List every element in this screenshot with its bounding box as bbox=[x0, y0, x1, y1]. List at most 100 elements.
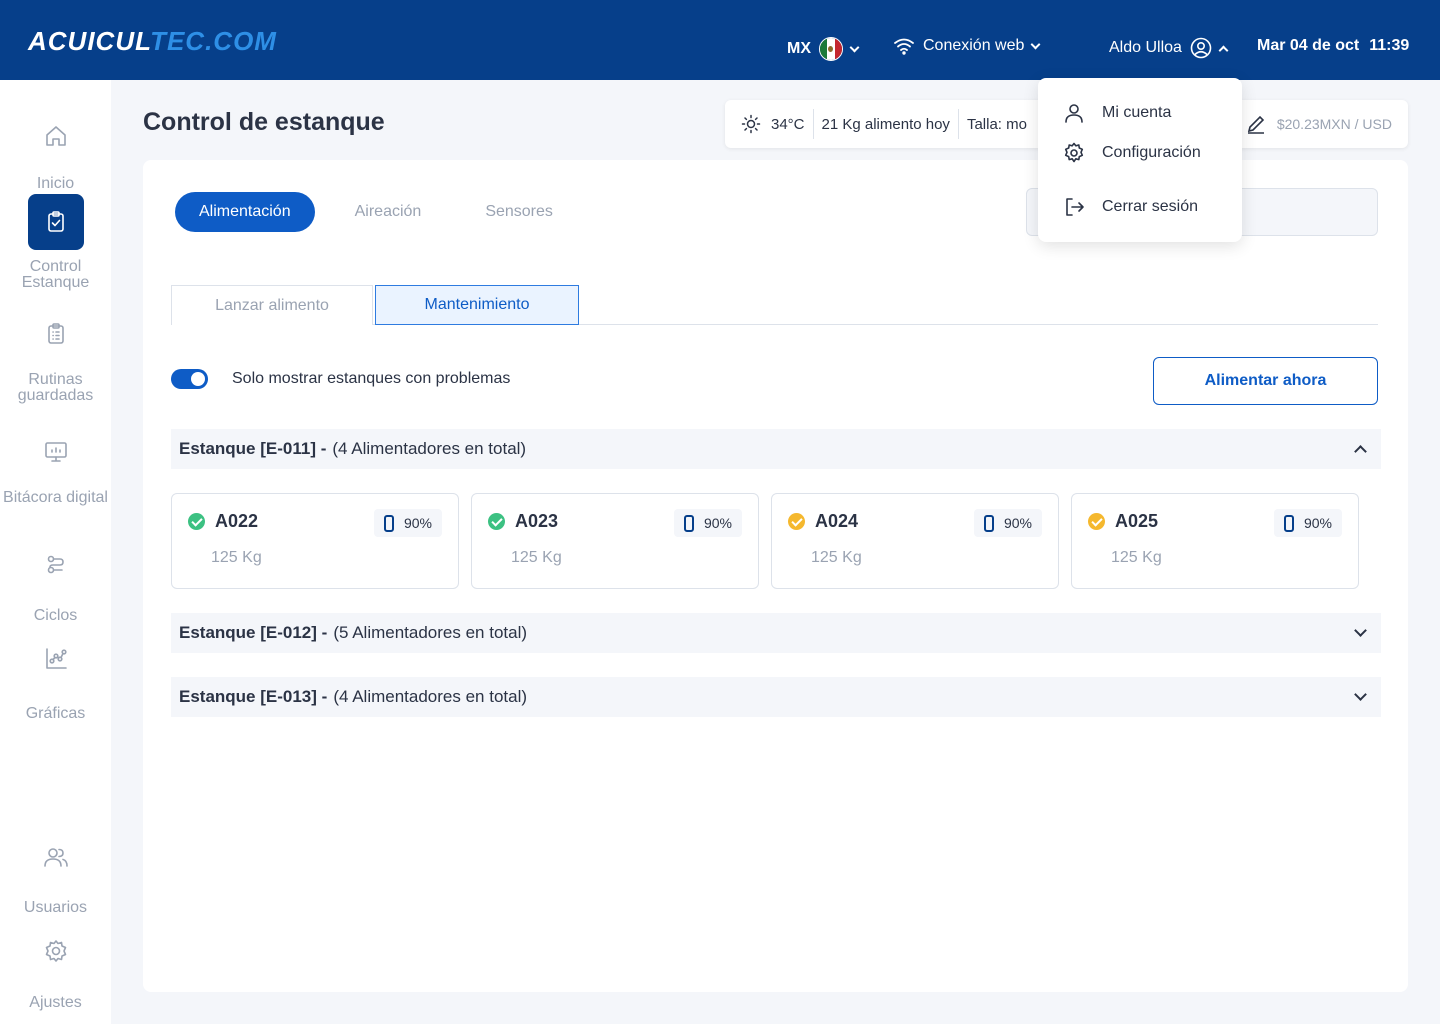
feeder-name: A025 bbox=[1115, 511, 1159, 531]
food-today-value: 21 Kg alimento hoy bbox=[821, 115, 950, 133]
feeder-weight: 125 Kg bbox=[1111, 549, 1162, 566]
sidebar-item-ciclos[interactable]: Ciclos bbox=[0, 536, 111, 624]
top-bar: ACUICULTEC.COM MX Conexión web Aldo Ullo… bbox=[0, 0, 1440, 80]
route-icon bbox=[28, 536, 84, 592]
battery-level: 90% bbox=[703, 515, 732, 531]
problem-filter-label: Solo mostrar estanques con problemas bbox=[232, 370, 511, 387]
chevron-up-icon bbox=[1354, 445, 1367, 458]
chevron-down-icon bbox=[1354, 624, 1367, 637]
battery-level: 90% bbox=[403, 515, 432, 531]
feeder-list: A022 125 Kg 90% A023 125 Kg 90% A024 125… bbox=[171, 493, 1359, 589]
tab-aireacion[interactable]: Aireación bbox=[331, 192, 446, 232]
battery-badge: 90% bbox=[1273, 509, 1342, 537]
feeder-card[interactable]: A025 125 Kg 90% bbox=[1071, 493, 1359, 589]
sidebar-item-label: Ciclos bbox=[33, 607, 78, 624]
sidebar-item-label: Usuarios bbox=[23, 899, 88, 916]
monitor-icon bbox=[28, 424, 84, 480]
user-menu-toggle[interactable]: Aldo Ulloa bbox=[1109, 37, 1229, 59]
sidebar-item-label: Bitácora digital bbox=[3, 489, 108, 506]
food-today-info: 21 Kg alimento hoy bbox=[814, 109, 959, 139]
chevron-down-icon bbox=[849, 42, 860, 52]
temperature-value: 34°C bbox=[771, 115, 805, 133]
main-card: Alimentación Aireación Sensores Lanzar a… bbox=[143, 160, 1408, 992]
connection-label: Conexión web bbox=[923, 37, 1025, 54]
menu-item-label: Cerrar sesión bbox=[1102, 198, 1199, 215]
sidebar-item-bitacora[interactable]: Bitácora digital bbox=[0, 424, 111, 506]
battery-badge: 90% bbox=[973, 509, 1042, 537]
pond-accordion-e012[interactable]: Estanque [E-012] - (5 Alimentadores en t… bbox=[171, 613, 1381, 653]
pond-id: Estanque [E-011] - bbox=[179, 439, 327, 458]
pond-id: Estanque [E-012] - bbox=[179, 623, 328, 642]
status-ok-icon bbox=[488, 513, 505, 530]
pond-feeder-count: (4 Alimentadores en total) bbox=[332, 439, 527, 458]
menu-item-label: Configuración bbox=[1102, 144, 1201, 161]
chevron-down-icon bbox=[1030, 39, 1041, 49]
mexico-flag-icon bbox=[819, 37, 843, 61]
chart-icon bbox=[28, 631, 84, 687]
feeder-card[interactable]: A023 125 Kg 90% bbox=[471, 493, 759, 589]
pond-accordion-e013[interactable]: Estanque [E-013] - (4 Alimentadores en t… bbox=[171, 677, 1381, 717]
feeder-weight: 125 Kg bbox=[211, 549, 262, 566]
feeder-name: A024 bbox=[815, 511, 859, 531]
battery-badge: 90% bbox=[373, 509, 442, 537]
tab-sensores[interactable]: Sensores bbox=[461, 192, 577, 232]
gear-icon bbox=[1064, 142, 1084, 163]
user-icon bbox=[1065, 104, 1083, 123]
sidebar-item-control-estanque[interactable]: Control Estanque bbox=[0, 194, 111, 291]
feeder-card[interactable]: A024 125 Kg 90% bbox=[771, 493, 1059, 589]
tab-mantenimiento[interactable]: Mantenimiento bbox=[375, 285, 579, 325]
pond-feeder-count: (5 Alimentadores en total) bbox=[333, 623, 528, 642]
main-tabs: Alimentación Aireación Sensores bbox=[175, 192, 593, 232]
sidebar-item-label: Control Estanque bbox=[21, 258, 90, 291]
current-date: Mar 04 de oct bbox=[1257, 37, 1360, 54]
status-ok-icon bbox=[188, 513, 205, 530]
sidebar-item-usuarios[interactable]: Usuarios bbox=[0, 829, 111, 916]
feeder-weight: 125 Kg bbox=[811, 549, 862, 566]
battery-icon bbox=[1283, 514, 1294, 532]
sidebar: Inicio Control Estanque Rutinas guardada… bbox=[0, 80, 111, 1024]
sidebar-item-label: Rutinas guardadas bbox=[17, 371, 94, 404]
battery-icon bbox=[983, 514, 994, 532]
sidebar-item-ajustes[interactable]: Ajustes bbox=[0, 923, 111, 1011]
user-circle-icon bbox=[1190, 37, 1212, 59]
feeder-name: A022 bbox=[215, 511, 259, 531]
sun-icon bbox=[741, 114, 761, 134]
feeder-card[interactable]: A022 125 Kg 90% bbox=[171, 493, 459, 589]
sub-tabs: Lanzar alimento Mantenimiento bbox=[171, 285, 1378, 325]
edit-pencil-icon bbox=[1247, 115, 1264, 134]
pond-accordion-e011[interactable]: Estanque [E-011] - (4 Alimentadores en t… bbox=[171, 429, 1381, 469]
country-selector[interactable]: MX bbox=[787, 37, 860, 61]
chevron-up-icon bbox=[1218, 45, 1229, 55]
battery-level: 90% bbox=[1003, 515, 1032, 531]
battery-icon bbox=[383, 514, 394, 532]
page-title: Control de estanque bbox=[143, 108, 385, 136]
menu-item-my-account[interactable]: Mi cuenta bbox=[1062, 101, 1171, 125]
size-info: Talla: mo bbox=[959, 109, 1035, 139]
country-code: MX bbox=[787, 40, 811, 57]
clipboard-check-icon bbox=[27, 194, 84, 250]
exchange-rate[interactable]: $20.23MXN / USD bbox=[1232, 100, 1392, 148]
tab-lanzar-alimento[interactable]: Lanzar alimento bbox=[171, 285, 373, 325]
sidebar-item-graficas[interactable]: Gráficas bbox=[0, 631, 111, 722]
sidebar-item-inicio[interactable]: Inicio bbox=[0, 108, 111, 192]
sidebar-item-label: Gráficas bbox=[25, 705, 86, 722]
sidebar-item-label: Inicio bbox=[36, 175, 75, 192]
home-icon bbox=[28, 108, 84, 164]
brand-logo[interactable]: ACUICULTEC.COM bbox=[28, 26, 277, 57]
problem-filter-toggle[interactable] bbox=[171, 369, 208, 389]
logo-text-part1: ACUICUL bbox=[28, 26, 151, 56]
menu-item-logout[interactable]: Cerrar sesión bbox=[1062, 195, 1198, 219]
problem-filter: Solo mostrar estanques con problemas bbox=[171, 369, 510, 389]
logo-text-part2: TEC.COM bbox=[150, 26, 277, 56]
connection-selector[interactable]: Conexión web bbox=[893, 37, 1041, 55]
users-icon bbox=[28, 829, 84, 885]
feed-now-button[interactable]: Alimentar ahora bbox=[1153, 357, 1378, 405]
tab-alimentacion[interactable]: Alimentación bbox=[175, 192, 315, 232]
logout-icon bbox=[1066, 198, 1084, 216]
sidebar-item-label: Ajustes bbox=[29, 994, 82, 1011]
sidebar-item-rutinas[interactable]: Rutinas guardadas bbox=[0, 306, 111, 404]
status-warning-icon bbox=[788, 513, 805, 530]
menu-item-settings[interactable]: Configuración bbox=[1062, 141, 1201, 165]
wifi-icon bbox=[894, 38, 914, 55]
date-time: Mar 04 de oct 11:39 bbox=[1257, 37, 1409, 55]
